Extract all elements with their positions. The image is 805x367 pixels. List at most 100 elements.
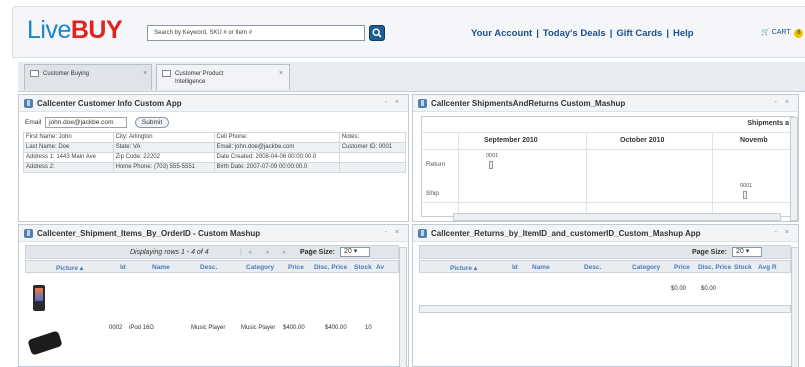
column-header[interactable]: Stock <box>734 264 752 271</box>
shipments-timeline: Shipments a September 2010 October 2010 … <box>421 116 794 217</box>
app-root: LiveBUY Search by Keyword, SKU # or Item… <box>0 0 805 367</box>
column-header[interactable]: Picture ▴ <box>56 264 83 272</box>
column-header[interactable]: Disc. Price <box>698 264 731 271</box>
nav-your-account[interactable]: Your Account <box>471 28 532 39</box>
logo-buy-text: BUY <box>70 16 123 44</box>
panel-window-controls[interactable]: - × <box>775 229 792 236</box>
panel-window-controls[interactable]: - × <box>385 99 402 106</box>
column-header[interactable]: Picture ▴ <box>450 264 477 272</box>
column-header[interactable]: Price <box>674 264 690 271</box>
cell-stock: 10 <box>365 325 372 331</box>
tab-close-icon[interactable]: × <box>143 70 147 77</box>
vertical-scrollbar[interactable] <box>791 247 799 367</box>
cell-id: 0002 <box>109 325 123 331</box>
page-size-control: Page Size: 20 ▾ <box>300 247 370 257</box>
tab-page-icon <box>162 70 171 77</box>
panel-header: Callcenter_Returns_by_ItemID_and_custome… <box>413 225 798 242</box>
horizontal-scrollbar[interactable] <box>453 213 781 221</box>
month-header: Novemb <box>740 137 768 144</box>
ship-event[interactable]: 0001 <box>740 183 752 199</box>
cell-category: Music Player <box>241 325 276 331</box>
page-size-select[interactable]: 20 ▾ <box>731 247 762 257</box>
timeline-gridline <box>422 149 793 150</box>
info-cell: First Name: John <box>23 132 114 143</box>
column-header[interactable]: Id <box>120 264 126 271</box>
cell-disc-price: $0.00 <box>701 286 717 292</box>
cart-icon: 🛒 <box>761 29 770 36</box>
livebuy-logo[interactable]: LiveBUY <box>27 16 123 45</box>
search-button[interactable] <box>369 25 385 41</box>
column-header[interactable]: Disc. Price <box>314 264 347 271</box>
column-header[interactable]: Price <box>288 264 304 271</box>
panel-window-controls[interactable]: - × <box>775 99 792 106</box>
column-header[interactable]: Avg R <box>758 264 777 271</box>
search-input[interactable]: Search by Keyword, SKU # or Item # <box>147 25 365 41</box>
column-header[interactable]: Desc. <box>200 264 217 271</box>
nav-separator: | <box>609 28 613 39</box>
info-cell: Cell Phone: <box>213 132 340 143</box>
ipod-product-image <box>33 285 45 311</box>
info-cell: Last Name: Doe <box>23 142 114 153</box>
info-cell: Date Created: 2008-04-06 00:00:00.0 <box>213 152 340 163</box>
email-label: Email <box>25 119 42 127</box>
timeline-gridline <box>586 132 587 216</box>
nav-todays-deals[interactable]: Today's Deals <box>543 28 606 39</box>
panel-window-controls[interactable]: - × <box>385 229 402 236</box>
column-header[interactable]: Av <box>376 264 384 271</box>
info-cell: Address 2: <box>23 162 114 173</box>
info-cell: Birth Date: 2007-07-09 00:00:00.0 <box>213 162 340 173</box>
nav-help[interactable]: Help <box>673 28 694 39</box>
tab-customer-buying[interactable]: Customer Buying × <box>24 64 152 90</box>
panel-title: Callcenter_Returns_by_ItemID_and_custome… <box>431 229 701 238</box>
tab-page-icon <box>30 70 39 77</box>
shipment-items-panel: Callcenter_Shipment_Items_By_OrderID - C… <box>18 224 409 367</box>
nav-gift-cards[interactable]: Gift Cards <box>616 28 662 39</box>
email-row: Email john.doe@jackbe.com Submit <box>25 117 170 128</box>
email-field[interactable]: john.doe@jackbe.com <box>45 117 128 128</box>
panel-title: Callcenter Customer Info Custom App <box>37 99 182 108</box>
return-event[interactable]: 0001 <box>486 153 498 169</box>
info-cell: Zip Code: 22202 <box>112 152 215 163</box>
info-cell: Home Phone: (703) 555-5551 <box>112 162 215 173</box>
timeline-gridline <box>422 132 793 133</box>
panel-header: Callcenter ShipmentsAndReturns Custom_Ma… <box>413 95 798 112</box>
cell-price: $0.00 <box>671 286 687 292</box>
horizontal-scrollbar[interactable] <box>419 305 791 313</box>
page-size-label: Page Size: <box>300 248 336 256</box>
tab-label: Customer Buying <box>43 71 90 77</box>
grid-toolbar: Page Size: 20 ▾ <box>419 245 791 259</box>
chevron-down-icon: ▾ <box>745 248 750 255</box>
grid-header-row: Picture ▴ Id Name Desc. Category Price D… <box>25 260 399 273</box>
timeline-group-header: Shipments a <box>747 120 789 127</box>
column-header[interactable]: Id <box>512 264 518 271</box>
column-header[interactable]: Category <box>246 264 274 271</box>
customer-info-panel: Callcenter Customer Info Custom App - × … <box>18 94 409 222</box>
info-cell: Email: john.doe@jackbe.com <box>213 142 340 153</box>
app-icon <box>24 229 33 238</box>
top-nav: Your Account | Today's Deals | Gift Cards | He… <box>471 28 694 39</box>
info-row: Address 2: Home Phone: (703) 555-5551 Birt… <box>23 162 407 173</box>
timeline-row-label: Return <box>426 161 446 168</box>
vertical-scrollbar[interactable] <box>399 247 407 367</box>
column-header[interactable]: Name <box>532 264 550 271</box>
column-header[interactable]: Stock <box>354 264 372 271</box>
logo-live-text: Live <box>27 16 71 44</box>
app-icon <box>418 229 427 238</box>
customer-info-table: First Name: John City: Arlington Cell Phon… <box>23 132 407 173</box>
tab-close-icon[interactable]: × <box>279 70 283 77</box>
submit-button[interactable]: Submit <box>134 117 170 128</box>
info-cell: Notes: <box>338 132 407 143</box>
search-icon <box>372 28 382 38</box>
returns-panel: Callcenter_Returns_by_ItemID_and_custome… <box>412 224 799 367</box>
column-header[interactable]: Name <box>152 264 170 271</box>
info-cell: Address 1: 1443 Main Ave <box>23 152 114 163</box>
column-header[interactable]: Desc. <box>584 264 601 271</box>
chevron-down-icon: ▾ <box>353 248 358 255</box>
tab-customer-product-intelligence[interactable]: Customer Product Intelligence × <box>156 64 290 90</box>
info-cell <box>338 152 407 163</box>
cart-link[interactable]: 🛒 CART 8 <box>761 28 804 38</box>
info-row: Address 1: 1443 Main Ave Zip Code: 22202 D… <box>23 152 407 163</box>
vertical-scrollbar[interactable] <box>790 117 798 221</box>
page-size-select[interactable]: 20 ▾ <box>339 247 370 257</box>
column-header[interactable]: Category <box>632 264 660 271</box>
